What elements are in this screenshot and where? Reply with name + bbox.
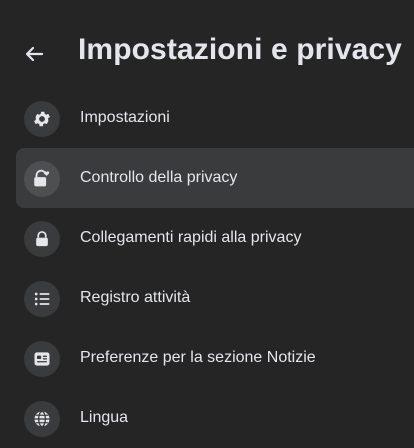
menu-item-registro-attivita[interactable]: Registro attività xyxy=(16,268,414,328)
news-feed-icon xyxy=(34,352,50,366)
menu-item-label: Preferenze per la sezione Notizie xyxy=(80,349,316,366)
menu-item-label: Impostazioni xyxy=(80,109,170,126)
lock-icon xyxy=(36,231,48,247)
menu-item-collegamenti-rapidi[interactable]: Collegamenti rapidi alla privacy xyxy=(16,208,414,268)
icon-circle xyxy=(24,161,60,197)
menu-item-impostazioni[interactable]: Impostazioni xyxy=(16,88,414,148)
icon-circle xyxy=(24,401,60,437)
arrow-left-icon xyxy=(25,46,44,62)
back-button[interactable] xyxy=(16,36,52,72)
page-title: Impostazioni e privacy xyxy=(78,33,402,66)
menu-item-label: Registro attività xyxy=(80,289,191,306)
lock-heart-icon xyxy=(34,169,50,187)
list-icon xyxy=(34,292,50,306)
menu-item-lingua[interactable]: Lingua xyxy=(16,388,414,448)
menu-item-controllo-privacy[interactable]: Controllo della privacy xyxy=(16,148,414,208)
icon-circle xyxy=(24,221,60,257)
menu-item-label: Collegamenti rapidi alla privacy xyxy=(80,229,302,246)
menu-item-label: Controllo della privacy xyxy=(80,169,238,186)
icon-circle xyxy=(24,341,60,377)
icon-circle xyxy=(24,281,60,317)
icon-circle xyxy=(24,101,60,137)
menu-item-label: Lingua xyxy=(80,409,129,426)
menu-item-preferenze-notizie[interactable]: Preferenze per la sezione Notizie xyxy=(16,328,414,388)
settings-menu: Impostazioni Controllo della privacy Col… xyxy=(0,88,414,448)
globe-icon xyxy=(34,410,50,428)
gear-icon xyxy=(34,111,50,127)
